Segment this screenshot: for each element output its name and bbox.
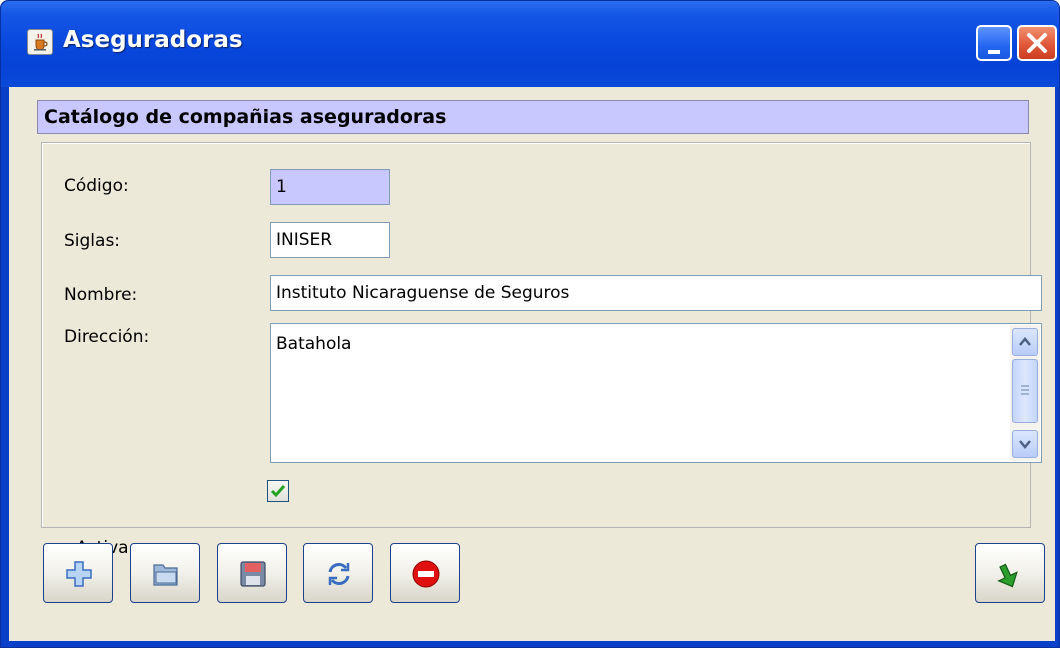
scroll-thumb[interactable]	[1012, 359, 1038, 423]
refresh-button[interactable]	[303, 543, 373, 603]
open-folder-icon	[153, 564, 178, 586]
stop-icon	[412, 560, 440, 588]
codigo-field[interactable]: 1	[270, 169, 390, 205]
siglas-field[interactable]: INISER	[270, 222, 390, 258]
title-bar[interactable]: Aseguradoras	[1, 1, 1059, 87]
refresh-icon	[328, 563, 350, 585]
minimize-icon	[988, 50, 1000, 54]
window-title: Aseguradoras	[63, 27, 243, 53]
catalog-header: Catálogo de compañias aseguradoras	[37, 100, 1029, 134]
vertical-scrollbar[interactable]	[1010, 325, 1040, 461]
exit-button[interactable]	[975, 543, 1045, 603]
java-cup-icon[interactable]	[27, 29, 53, 55]
catalog-header-title: Catálogo de compañias aseguradoras	[44, 106, 447, 128]
activa-checkbox[interactable]	[267, 480, 289, 502]
window-content: Catálogo de compañias aseguradoras Códig…	[9, 87, 1055, 641]
save-disk-icon	[240, 561, 266, 587]
chevron-up-icon	[1019, 337, 1031, 346]
checkmark-icon	[270, 485, 286, 498]
siglas-label: Siglas:	[64, 231, 121, 251]
app-window: Aseguradoras Catálogo de compañias asegu…	[0, 0, 1060, 648]
direccion-text: Batahola	[276, 334, 352, 354]
scroll-up-button[interactable]	[1012, 328, 1038, 356]
direccion-label: Dirección:	[64, 327, 150, 347]
save-button[interactable]	[217, 543, 287, 603]
add-icon	[66, 561, 92, 587]
open-button[interactable]	[130, 543, 200, 603]
scroll-down-button[interactable]	[1012, 430, 1038, 458]
close-icon	[1027, 33, 1047, 53]
minimize-button[interactable]	[976, 25, 1012, 61]
codigo-label: Código:	[64, 176, 129, 196]
nombre-label: Nombre:	[64, 285, 138, 305]
grip-icon	[1021, 385, 1029, 395]
add-button[interactable]	[43, 543, 113, 603]
close-button[interactable]	[1017, 25, 1057, 61]
direccion-textarea[interactable]: Batahola	[270, 323, 1042, 463]
exit-arrow-icon	[997, 563, 1018, 588]
nombre-field[interactable]: Instituto Nicaraguense de Seguros	[270, 275, 1042, 311]
delete-button[interactable]	[390, 543, 460, 603]
chevron-down-icon	[1019, 440, 1031, 449]
form-panel: Código: 1 Siglas: INISER Nombre: Institu…	[41, 142, 1042, 558]
